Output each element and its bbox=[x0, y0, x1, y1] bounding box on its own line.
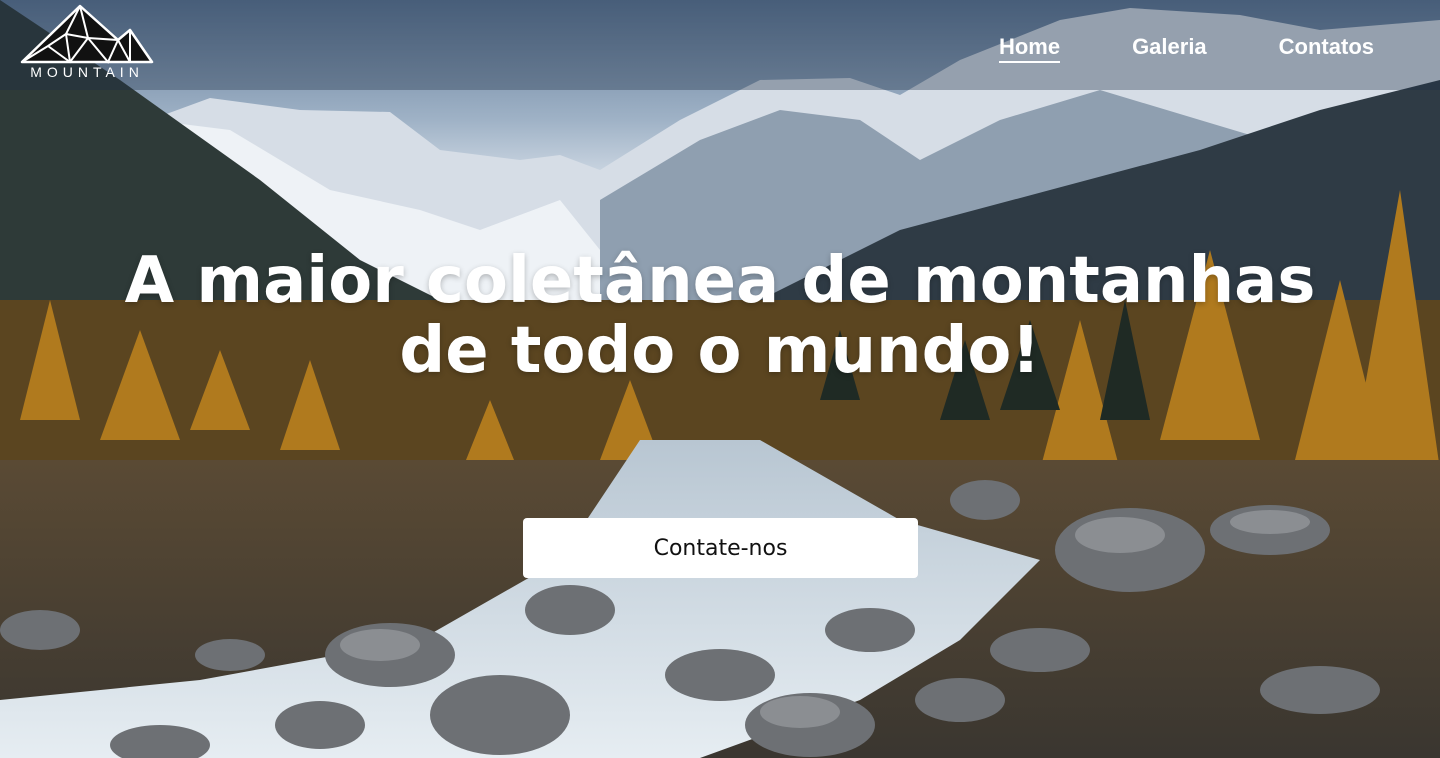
logo-text: MOUNTAIN bbox=[30, 64, 144, 80]
main-nav: Home Galeria Contatos bbox=[998, 34, 1374, 63]
contact-us-button[interactable]: Contate-nos bbox=[523, 518, 918, 578]
mountain-logo-icon bbox=[20, 4, 154, 64]
nav-link-galeria[interactable]: Galeria bbox=[1132, 34, 1207, 63]
nav-link-contatos[interactable]: Contatos bbox=[1279, 34, 1374, 63]
nav-link-home[interactable]: Home bbox=[998, 34, 1061, 63]
top-navbar: MOUNTAIN Home Galeria Contatos bbox=[0, 0, 1440, 90]
hero-headline: A maior coletânea de montanhas de todo o… bbox=[124, 244, 1316, 388]
logo[interactable]: MOUNTAIN bbox=[18, 4, 156, 82]
